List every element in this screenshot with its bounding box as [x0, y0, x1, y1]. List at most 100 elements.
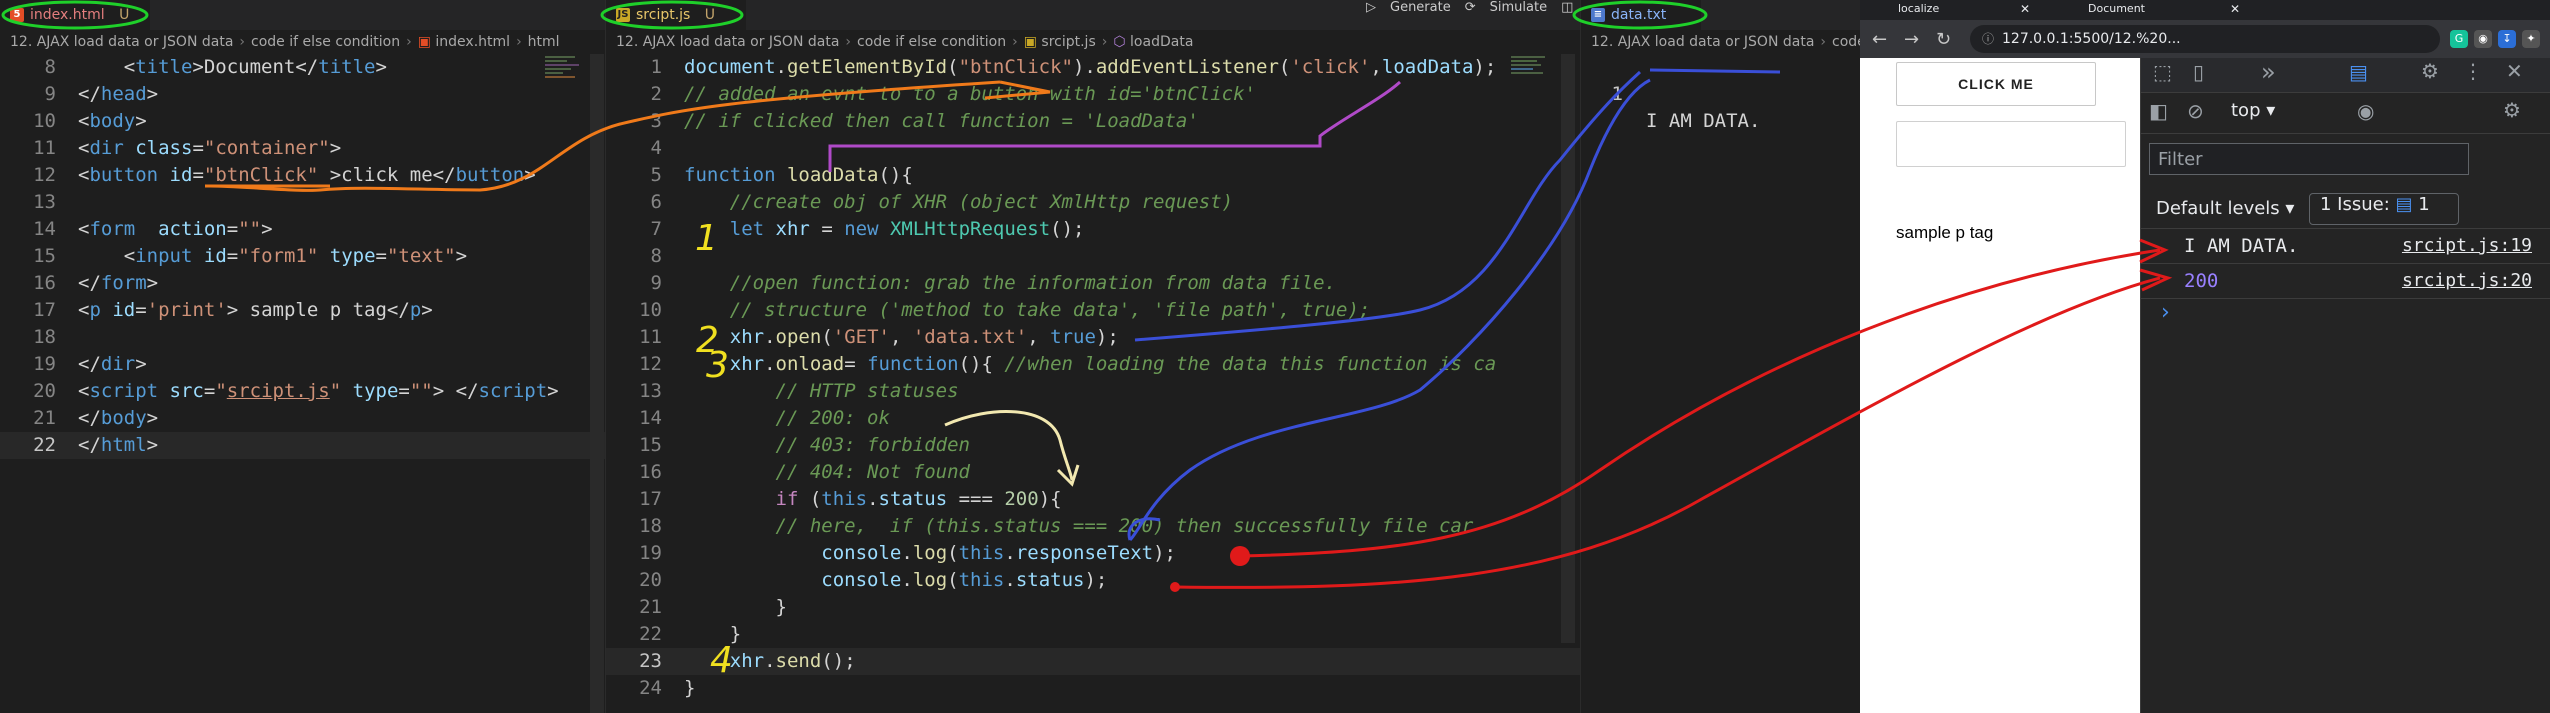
tab-label: index.html [30, 7, 105, 23]
gear-icon[interactable]: ⚙ [2421, 59, 2439, 83]
log-source-link[interactable]: srcipt.js:20 [2402, 264, 2532, 298]
html-file-icon: 5 [10, 8, 24, 22]
clear-console-icon[interactable]: ⊘ [2187, 99, 2204, 123]
more-tabs-icon[interactable]: » [2261, 58, 2276, 86]
context-label: top [2231, 100, 2261, 121]
info-icon[interactable]: ⓘ [1982, 25, 1994, 53]
breadcrumb-item[interactable]: code if else condition [251, 34, 400, 50]
device-toggle-icon[interactable]: ▯ [2193, 60, 2204, 84]
levels-dropdown[interactable]: Default levels ▾ [2156, 193, 2294, 225]
reload-icon[interactable]: ↻ [1936, 29, 1951, 50]
code-text: I AM DATA. [1646, 110, 1761, 132]
chevron-right-icon: › [406, 34, 412, 50]
line-number: 12 [639, 353, 662, 375]
issues-button[interactable]: 1 Issue: ▤ 1 [2309, 193, 2459, 225]
breadcrumb-item[interactable]: 12. AJAX load data or JSON data [616, 34, 839, 50]
code-line: 19 </dir> [0, 351, 605, 378]
code-text: } [684, 596, 787, 618]
sidebar-toggle-icon[interactable]: ◧ [2149, 99, 2168, 123]
click-me-button[interactable]: CLICK ME [1896, 62, 2096, 106]
browser-toolbar: ← → ↻ ⓘ 127.0.0.1:5500/12.%20... G ◉ ↧ ✦ [1860, 20, 2550, 58]
line-number: 15 [33, 245, 56, 267]
line-number: 20 [33, 380, 56, 402]
html-code-area[interactable]: 8 <title>Document</title> 9 </head> 10 <body… [0, 54, 605, 459]
code-line: 12 xhr.onload= function(){ //when loadin… [606, 351, 1581, 378]
back-icon[interactable]: ← [1872, 29, 1887, 50]
line-number: 1 [1611, 83, 1623, 105]
close-icon[interactable]: ✕ [2020, 0, 2030, 18]
simulate-icon[interactable]: ⟳ [1465, 0, 1476, 15]
txt-code-area[interactable]: 1 I AM DATA. [1581, 54, 1861, 132]
line-number: 4 [650, 137, 662, 159]
breadcrumb-item[interactable]: code if else [1832, 34, 1861, 50]
filter-input[interactable]: Filter [2149, 143, 2469, 175]
tab-data-txt[interactable]: ≡ data.txt U [1581, 0, 1701, 53]
code-text: let xhr = new XMLHttpRequest(); [729, 218, 1085, 240]
code-line: 16 // 404: Not found [606, 459, 1581, 486]
address-bar[interactable]: ⓘ 127.0.0.1:5500/12.%20... [1970, 25, 2440, 53]
minimap[interactable] [1511, 54, 1555, 114]
breadcrumb-item[interactable]: code if else condition [857, 34, 1006, 50]
line-number: 14 [33, 218, 56, 240]
tab-index-html[interactable]: 5 index.html U [0, 0, 150, 30]
grammarly-icon[interactable]: G [2450, 30, 2468, 48]
breadcrumb-item[interactable]: html [528, 34, 560, 50]
gear-icon[interactable]: ⚙ [2503, 98, 2521, 122]
console-messages-icon[interactable]: ▤ [2349, 60, 2368, 84]
code-text: xhr.open('GET', 'data.txt', true); [729, 326, 1119, 348]
download-icon[interactable]: ↧ [2498, 30, 2516, 48]
line-number: 2 [650, 83, 662, 105]
vertical-scrollbar[interactable] [1561, 54, 1575, 643]
code-line: 2 // added an evnt to to a button with id… [606, 81, 1581, 108]
breadcrumb-item[interactable]: index.html [435, 34, 510, 50]
tab-srcipt-js[interactable]: JS srcipt.js U [606, 0, 746, 49]
line-number: 9 [650, 272, 662, 294]
generate-button[interactable]: Generate [1390, 0, 1451, 15]
inspect-icon[interactable]: ⬚ [2153, 60, 2172, 84]
breadcrumb-item[interactable]: srcipt.js [1041, 34, 1095, 50]
forward-icon[interactable]: → [1904, 29, 1919, 50]
breadcrumb-item[interactable]: 12. AJAX load data or JSON data [10, 34, 233, 50]
code-line: 13 [0, 189, 605, 216]
camera-icon[interactable]: ◉ [2474, 30, 2492, 48]
prompt-chevron-icon: › [2161, 300, 2170, 325]
play-icon[interactable]: ▷ [1366, 0, 1376, 15]
js-code-area[interactable]: 1 document.getElementById("btnClick").add… [606, 54, 1581, 702]
breadcrumb-item[interactable]: 12. AJAX load data or JSON data [1591, 34, 1814, 50]
kebab-menu-icon[interactable]: ⋮ [2463, 59, 2483, 83]
code-line: 22 } [606, 621, 1581, 648]
code-line: 7 let xhr = new XMLHttpRequest(); [606, 216, 1581, 243]
close-icon[interactable]: ✕ [2506, 59, 2523, 83]
function-icon: ⬡ [1113, 34, 1131, 50]
console-prompt[interactable]: › [2161, 300, 2170, 325]
browser-tab[interactable]: localize [1870, 0, 2018, 20]
split-editor-icon[interactable]: ◫ [1561, 0, 1573, 15]
code-text: </dir> [78, 353, 147, 375]
code-text: console.log(this.responseText); [821, 542, 1176, 564]
code-line: 5 function loadData(){ [606, 162, 1581, 189]
chevron-right-icon: › [845, 34, 852, 50]
extensions-icon[interactable]: ✦ [2522, 30, 2540, 48]
form1-input[interactable] [1896, 121, 2126, 167]
breadcrumb-item[interactable]: loadData [1130, 34, 1193, 50]
browser-tab-label: Document [2088, 2, 2145, 15]
simulate-button[interactable]: Simulate [1490, 0, 1547, 15]
code-text: <script src="srcipt.js" type=""> </scrip… [78, 380, 559, 402]
vertical-scrollbar[interactable] [590, 54, 604, 713]
code-text: <dir class="container"> [78, 137, 342, 159]
minimap[interactable] [545, 54, 589, 114]
code-text: console.log(this.status); [821, 569, 1108, 591]
context-selector[interactable]: top ▾ [2231, 100, 2275, 121]
eye-icon[interactable]: ◉ [2357, 99, 2374, 123]
log-source-link[interactable]: srcipt.js:19 [2402, 229, 2532, 263]
line-number: 10 [33, 110, 56, 132]
code-line: 9 </head> [0, 81, 605, 108]
code-line: 12 <button id="btnClick" >click me</butto… [0, 162, 605, 189]
close-icon[interactable]: ✕ [2230, 0, 2240, 18]
code-text: // 403: forbidden [775, 434, 970, 456]
filter-placeholder: Filter [2158, 149, 2203, 170]
line-number: 18 [33, 326, 56, 348]
browser-tab-active[interactable]: Document [2060, 0, 2228, 20]
line-number: 23 [639, 650, 662, 672]
code-text: // 200: ok [775, 407, 890, 429]
